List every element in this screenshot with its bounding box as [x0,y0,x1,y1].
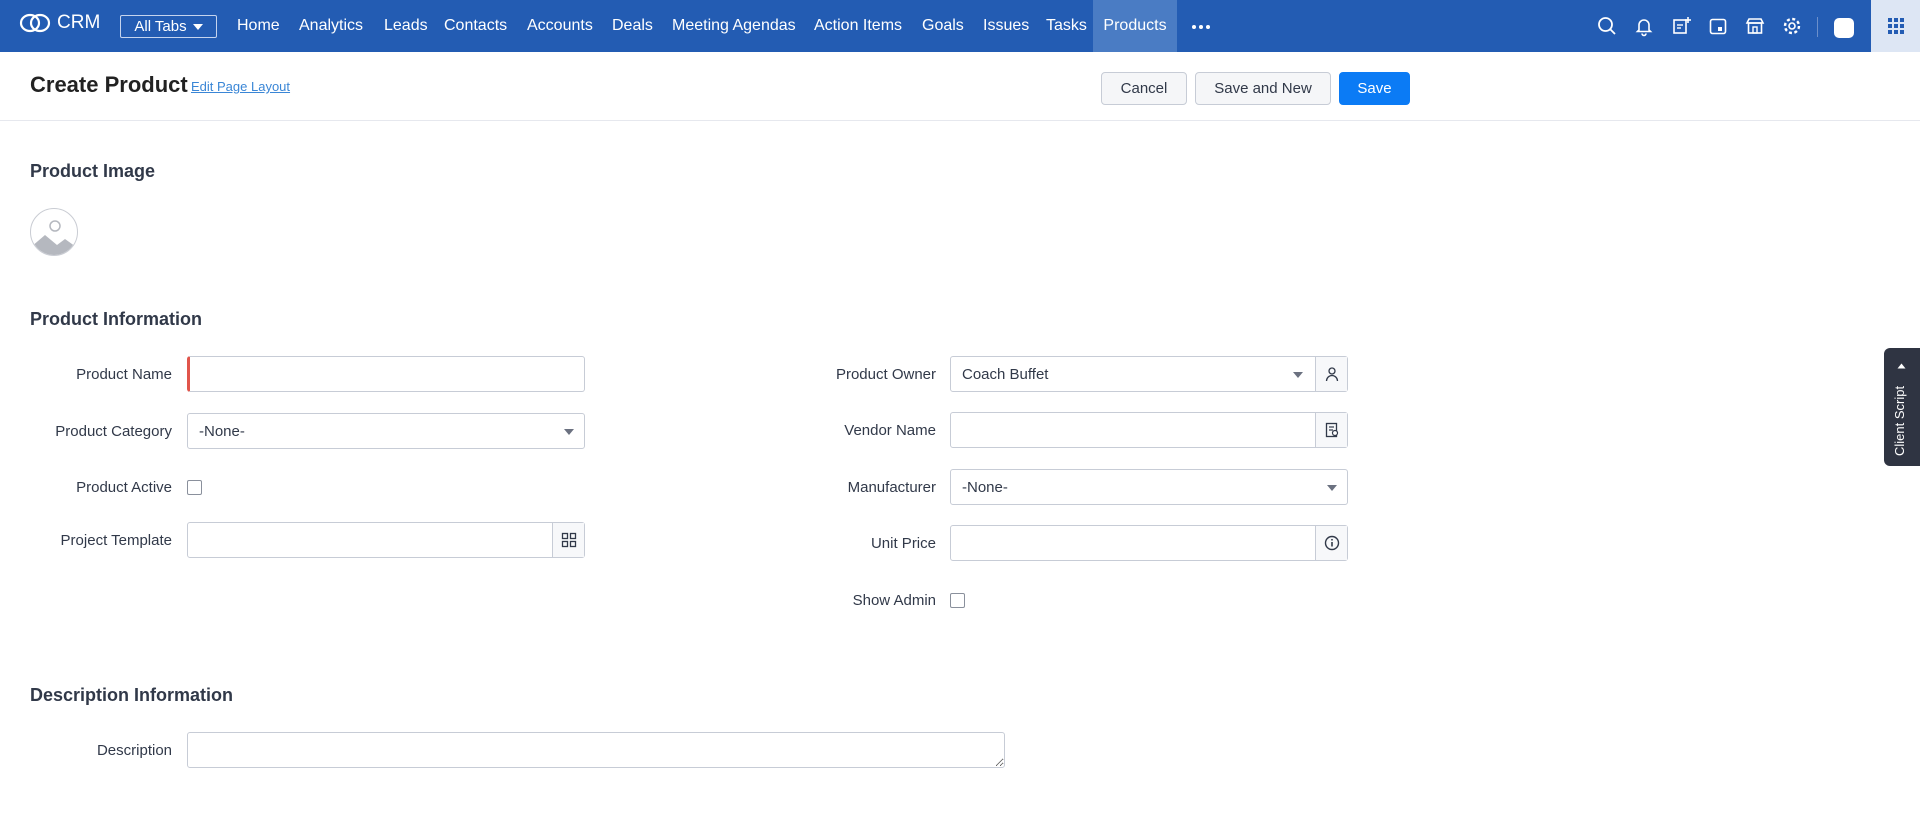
product-active-label: Product Active [76,479,172,496]
tab-issues[interactable]: Issues [983,0,1029,52]
tab-label: Products [1103,17,1167,34]
product-category-label: Product Category [55,423,172,440]
top-navigation-bar: CRM All Tabs Home Analytics Leads Contac… [0,0,1920,52]
tab-tasks[interactable]: Tasks [1046,0,1087,52]
app-name: CRM [57,12,101,33]
all-tabs-dropdown[interactable]: All Tabs [120,15,217,38]
tab-analytics[interactable]: Analytics [299,0,363,52]
product-name-label: Product Name [76,366,172,383]
description-label: Description [96,742,172,759]
tab-label: Accounts [527,17,593,34]
chevron-down-icon [1327,485,1337,491]
description-textarea[interactable] [187,732,1005,768]
tab-label: Home [237,17,280,34]
product-image-upload[interactable] [30,208,78,256]
chevron-down-icon [192,23,203,30]
unit-price-field[interactable] [950,525,1348,561]
gear-icon[interactable] [1781,15,1803,37]
calendar-icon[interactable] [1707,15,1729,37]
tab-goals[interactable]: Goals [922,0,964,52]
product-category-select[interactable]: -None- [187,413,585,449]
manufacturer-value: -None- [962,478,1008,496]
lookup-document-icon [1325,422,1338,438]
tab-products[interactable]: Products [1093,0,1177,52]
product-name-field[interactable] [187,356,585,392]
chevron-down-icon [1293,372,1303,378]
tab-label: Leads [384,17,428,34]
client-script-panel-toggle[interactable]: Client Script [1884,348,1920,466]
tab-label: Issues [983,17,1030,34]
tab-leads[interactable]: Leads [384,0,428,52]
section-title-description-information: Description Information [30,685,234,705]
manufacturer-label: Manufacturer [847,479,936,496]
manufacturer-select[interactable]: -None- [950,469,1348,505]
search-icon[interactable] [1596,15,1618,37]
edit-page-layout-link[interactable]: Edit Page Layout [191,79,290,94]
tab-contacts[interactable]: Contacts [444,0,507,52]
avatar[interactable] [1834,18,1854,38]
cancel-button[interactable]: Cancel [1101,72,1187,105]
more-tabs-icon[interactable] [1192,25,1213,29]
show-admin-label: Show Admin [852,592,936,609]
tab-accounts[interactable]: Accounts [527,0,593,52]
tab-label: Action Items [814,17,903,34]
vendor-lookup-button[interactable] [1315,413,1347,447]
product-active-checkbox[interactable] [187,480,202,495]
tab-label: Tasks [1046,17,1087,34]
add-note-icon[interactable] [1670,15,1692,37]
tab-label: Analytics [299,17,364,34]
save-button[interactable]: Save [1339,72,1410,105]
product-category-value: -None- [199,422,245,440]
user-icon [1325,367,1338,382]
show-admin-checkbox[interactable] [950,593,965,608]
marketplace-icon[interactable] [1744,15,1766,37]
section-title-product-image: Product Image [30,161,156,181]
product-owner-value: Coach Buffet [962,365,1049,383]
tab-label: Contacts [444,17,508,34]
unit-price-info-button[interactable] [1315,526,1347,560]
tab-home[interactable]: Home [237,0,280,52]
tab-label: Goals [922,17,964,34]
all-tabs-label: All Tabs [134,18,187,35]
toolbar-divider [1817,17,1818,37]
chevron-left-icon [1897,363,1906,369]
save-and-new-button[interactable]: Save and New [1195,72,1331,105]
tab-action-items[interactable]: Action Items [814,0,902,52]
app-grid-icon[interactable] [1871,0,1920,52]
bell-icon[interactable] [1633,15,1655,37]
info-icon [1324,535,1339,551]
crm-logo-icon [19,13,51,33]
vendor-name-label: Vendor Name [844,422,936,439]
tab-label: Meeting Agendas [672,17,796,34]
page-header: Create Product Edit Page Layout Cancel S… [0,52,1920,121]
vendor-name-field[interactable] [950,412,1348,448]
project-template-field[interactable] [187,522,585,558]
product-owner-select[interactable]: Coach Buffet [950,356,1348,392]
chevron-down-icon [564,429,574,435]
image-placeholder-icon [31,220,77,255]
tab-label: Deals [612,17,653,34]
owner-lookup-button[interactable] [1315,357,1347,391]
section-title-product-information: Product Information [30,309,202,329]
product-owner-label: Product Owner [835,366,936,383]
template-picker-button[interactable] [552,523,584,557]
page-title: Create Product [30,72,188,97]
unit-price-label: Unit Price [870,535,936,552]
project-template-label: Project Template [60,532,172,549]
tab-meeting-agendas[interactable]: Meeting Agendas [672,0,796,52]
tab-deals[interactable]: Deals [612,0,653,52]
client-script-label: Client Script [1892,385,1907,456]
template-grid-icon [561,532,576,548]
crm-logo[interactable]: CRM [19,12,100,34]
